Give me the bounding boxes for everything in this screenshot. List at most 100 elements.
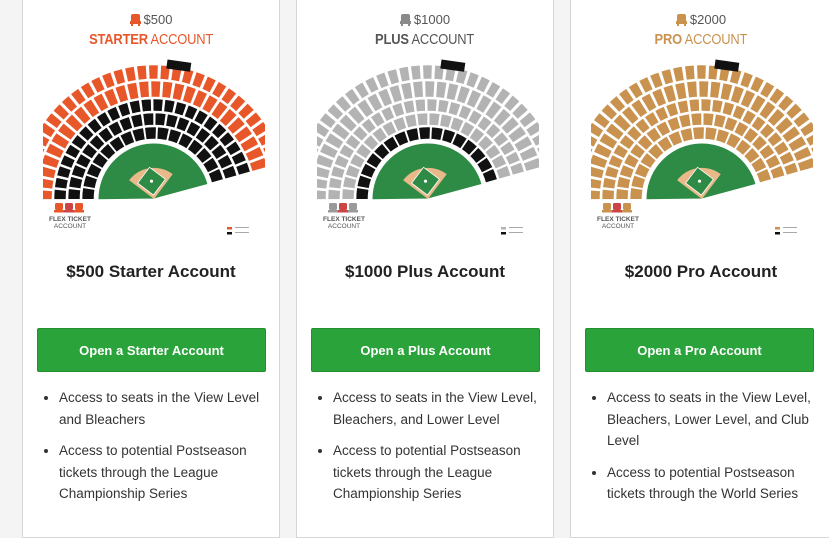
- seat-section: [130, 113, 144, 129]
- seat-glyph: [613, 203, 621, 210]
- seat-section: [678, 113, 692, 129]
- seating-sections: [317, 64, 539, 201]
- legend-swatch-available: [501, 227, 506, 230]
- price-badge: $500: [143, 12, 173, 27]
- seat-glyph: [349, 203, 357, 210]
- plan-card-pro: $2000 PRO ACCOUNT FLEX TICKET ACCOUNT $20…: [570, 0, 829, 538]
- feature-item: Access to seats in the View Level, Bleac…: [333, 387, 541, 430]
- seat-section: [327, 189, 341, 200]
- ballpark-seating-map: FLEX TICKETACCOUNT: [43, 59, 265, 235]
- seat-section: [412, 80, 424, 99]
- flex-ticket-logo: FLEX TICKETACCOUNT: [323, 203, 365, 230]
- seat-glyph: [329, 203, 337, 210]
- scoreboard: [440, 59, 466, 72]
- flex-ticket-sublabel: ACCOUNT: [54, 223, 86, 230]
- seat-section: [416, 112, 428, 126]
- seat-section: [696, 64, 707, 80]
- seat-glyph: [338, 210, 348, 213]
- seat-section: [124, 66, 137, 83]
- seat-glyph: [339, 203, 347, 210]
- seat-section: [126, 81, 140, 101]
- price-badge: $1000: [413, 12, 451, 27]
- plan-title: $500 Starter Account: [66, 262, 236, 281]
- seat-section: [601, 189, 615, 200]
- seat-section: [686, 80, 698, 99]
- seat-section: [152, 98, 164, 112]
- seat-section: [688, 98, 700, 113]
- seat-section: [67, 188, 81, 200]
- seat-section: [53, 189, 67, 200]
- seat-section: [402, 99, 416, 115]
- flex-ticket-logo: FLEX TICKETACCOUNT: [49, 203, 91, 230]
- seat-section: [140, 98, 152, 113]
- seat-glyph: [55, 203, 63, 210]
- feature-list: Access to seats in the View Level and Bl…: [39, 387, 267, 515]
- tier-suffix: ACCOUNT: [150, 30, 214, 48]
- seat-section: [386, 68, 400, 86]
- legend-text-line: [235, 227, 249, 228]
- ballpark-seating-map: FLEX TICKETACCOUNT: [317, 59, 539, 235]
- open-pro-account-button[interactable]: Open a Pro Account: [585, 328, 814, 372]
- legend-text-line: [509, 232, 523, 233]
- open-plus-account-button[interactable]: Open a Plus Account: [311, 328, 540, 372]
- feature-item: Access to potential Postseason tickets t…: [607, 462, 815, 505]
- open-starter-account-button[interactable]: Open a Starter Account: [37, 328, 266, 372]
- seat-glyph: [612, 210, 622, 213]
- flex-ticket-sublabel: ACCOUNT: [328, 223, 360, 230]
- legend-text-line: [783, 232, 797, 233]
- legend-swatch-available: [227, 227, 232, 230]
- feature-item: Access to potential Postseason tickets t…: [333, 440, 541, 505]
- seat-section: [615, 188, 629, 200]
- seat-glyph: [54, 210, 64, 213]
- flex-ticket-sublabel: ACCOUNT: [602, 223, 634, 230]
- scoreboard: [714, 59, 740, 72]
- seat-section: [43, 189, 53, 200]
- feature-item: Access to potential Postseason tickets t…: [59, 440, 267, 505]
- flex-ticket-label: FLEX TICKET: [597, 216, 639, 223]
- seat-section: [154, 112, 167, 127]
- plan-card-starter: $500 STARTER ACCOUNT FLEX TICKET ACCOUNT …: [22, 0, 280, 538]
- seat-section: [341, 188, 355, 200]
- scoreboard: [166, 59, 192, 72]
- seat-section: [136, 64, 148, 81]
- seat-glyph: [65, 203, 73, 210]
- plan-card-plus: $1000 PLUS ACCOUNT FLEX TICKET ACCOUNT $1…: [296, 0, 554, 538]
- tier-suffix: ACCOUNT: [684, 30, 748, 48]
- seat-section: [684, 64, 696, 81]
- seat-section: [672, 66, 685, 83]
- legend-swatch-available: [775, 227, 780, 230]
- tier-name: PLUS: [375, 30, 410, 48]
- feature-item: Access to seats in the View Level, Bleac…: [607, 387, 815, 452]
- seat-glyph: [64, 210, 74, 213]
- plan-logo: $2000 PRO ACCOUNT: [571, 13, 829, 48]
- flex-ticket-label: FLEX TICKET: [49, 216, 91, 223]
- seat-section: [426, 98, 438, 112]
- seat-icon: [675, 13, 687, 26]
- seat-section: [128, 99, 142, 115]
- seating-sections: [591, 64, 813, 201]
- seat-section: [702, 112, 715, 127]
- flex-ticket-logo: FLEX TICKETACCOUNT: [597, 203, 639, 230]
- seat-glyph: [75, 203, 83, 210]
- seat-section: [144, 126, 157, 140]
- seat-glyph: [623, 203, 631, 210]
- seat-section: [317, 189, 327, 200]
- seat-section: [398, 66, 411, 83]
- seat-section: [112, 68, 126, 86]
- tier-suffix: ACCOUNT: [411, 30, 475, 48]
- tier-name: STARTER: [88, 30, 148, 48]
- tier-name: PRO: [654, 30, 683, 48]
- seat-section: [400, 81, 414, 101]
- seat-section: [148, 64, 159, 80]
- seat-section: [404, 113, 418, 129]
- feature-list: Access to seats in the View Level, Bleac…: [587, 387, 815, 515]
- seat-icon: [399, 13, 411, 26]
- seat-glyph: [348, 210, 358, 213]
- legend-text-line: [783, 227, 797, 228]
- feature-list: Access to seats in the View Level, Bleac…: [313, 387, 541, 515]
- seat-section: [700, 98, 712, 112]
- legend-swatch-unavailable: [775, 232, 780, 235]
- plan-title: $2000 Pro Account: [624, 262, 778, 281]
- map-legend: [775, 227, 797, 235]
- seat-section: [428, 112, 441, 127]
